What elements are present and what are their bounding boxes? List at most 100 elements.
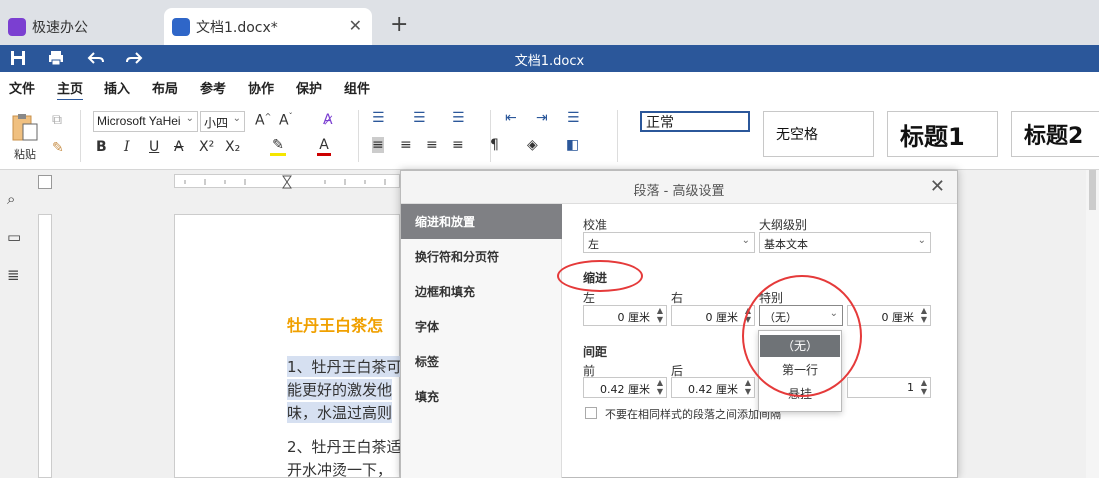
document-page[interactable]: 牡丹王白茶怎 1、牡丹王白茶可 能更好的激发他 味，水温过高则 2、牡丹王白茶适… (174, 214, 402, 478)
increase-indent-icon[interactable]: ⇥ (536, 110, 548, 126)
alignment-value: 左 (588, 238, 599, 251)
style-heading-2[interactable]: 标题2 (1011, 111, 1099, 157)
dialog-nav: 缩进和放置 换行符和分页符 边框和填充 字体 标签 填充 (401, 204, 562, 478)
style-heading-1-label: 标题1 (900, 122, 965, 151)
menu-plugins[interactable]: 组件 (344, 78, 370, 97)
spinner-arrows[interactable]: ▲ ▼ (657, 306, 663, 324)
doc-heading: 牡丹王白茶怎 (287, 316, 384, 335)
outline-level-label: 大纲级别 (759, 218, 808, 232)
search-icon[interactable]: ⌕ (7, 190, 25, 208)
navigation-icon[interactable]: ≣ (7, 266, 25, 284)
divider (490, 110, 491, 162)
style-no-spacing[interactable]: 无空格 (763, 111, 874, 157)
tab-home[interactable]: 极速办公 (0, 8, 160, 45)
no-space-checkbox[interactable] (585, 407, 597, 419)
copy-icon[interactable]: ⧉ (52, 112, 62, 128)
clear-format-icon[interactable]: A̷ (323, 112, 333, 128)
menu-bar: 文件 主页 插入 布局 参考 协作 保护 组件 (0, 72, 1099, 101)
shrink-font-icon[interactable]: Aˇ (279, 112, 293, 129)
menu-protect[interactable]: 保护 (296, 78, 322, 97)
nav-font[interactable]: 字体 (401, 309, 562, 344)
close-icon[interactable]: ✕ (930, 176, 945, 197)
tab-document[interactable]: 文档1.docx* ✕ (164, 8, 372, 45)
nav-indents-placement[interactable]: 缩进和放置 (401, 204, 562, 239)
shading-icon[interactable]: ◈ (527, 137, 538, 153)
bullet-list-icon[interactable]: ☰ (372, 110, 385, 126)
rocket-icon (8, 17, 26, 36)
line-spacing-icon[interactable]: ☰ (567, 110, 580, 126)
format-painter-icon[interactable]: ✎ (52, 140, 64, 156)
scroll-thumb[interactable] (1089, 170, 1096, 210)
dialog-header: 段落 - 高级设置 ✕ (401, 171, 957, 204)
tab-stop-selector[interactable] (38, 175, 52, 189)
multilevel-list-icon[interactable]: ☰ (452, 110, 465, 126)
numbered-list-icon[interactable]: ☰ (413, 110, 426, 126)
nav-tabs[interactable]: 标签 (401, 344, 562, 379)
no-space-label: 不要在相同样式的段落之间添加间隔 (605, 408, 781, 421)
indent-left-label: 左 (583, 291, 596, 305)
menu-home[interactable]: 主页 (57, 78, 84, 101)
doc-line: 能更好的激发他 (287, 379, 393, 400)
spacing-before-value: 0.42 厘米 (600, 383, 650, 396)
spacing-after-input[interactable]: 0.42 厘米 ▲ ▼ (671, 377, 755, 398)
nav-line-page-breaks[interactable]: 换行符和分页符 (401, 239, 562, 274)
align-center-icon[interactable]: ≡ (400, 137, 412, 153)
paragraph-mark-icon[interactable]: ¶ (490, 137, 499, 153)
indent-right-label: 右 (671, 291, 684, 305)
divider (617, 110, 618, 162)
document-icon (172, 17, 190, 36)
browser-tab-bar: 极速办公 文档1.docx* ✕ + (0, 0, 1099, 45)
menu-insert[interactable]: 插入 (104, 78, 130, 97)
menu-references[interactable]: 参考 (200, 78, 226, 97)
doc-line: 1、牡丹王白茶可 (287, 356, 402, 377)
spinner-arrows[interactable]: ▲ ▼ (745, 378, 751, 396)
new-tab-icon[interactable]: + (390, 12, 408, 37)
line-spacing-input[interactable]: 1 ▲ ▼ (847, 377, 931, 398)
vertical-scrollbar[interactable] (1086, 170, 1099, 478)
align-left-icon[interactable]: ≡ (372, 137, 384, 153)
menu-file[interactable]: 文件 (9, 78, 35, 97)
vertical-ruler[interactable] (38, 214, 52, 478)
paragraph-advanced-dialog: 段落 - 高级设置 ✕ 缩进和放置 换行符和分页符 边框和填充 字体 标签 填充… (400, 170, 958, 478)
doc-line: 2、牡丹王白茶适 (287, 438, 402, 456)
comment-icon[interactable]: ▭ (7, 228, 25, 246)
grow-font-icon[interactable]: A^ (255, 112, 271, 129)
close-tab-icon[interactable]: ✕ (349, 16, 362, 35)
indent-right-value: 0 厘米 (705, 311, 739, 324)
style-heading-1[interactable]: 标题1 (887, 111, 998, 157)
outline-level-select[interactable]: 基本文本 ⌄ (759, 232, 931, 253)
menu-collaborate[interactable]: 协作 (248, 78, 274, 97)
paste-icon[interactable] (10, 112, 40, 142)
horizontal-ruler[interactable] (174, 174, 400, 189)
decrease-indent-icon[interactable]: ⇤ (505, 110, 517, 126)
borders-icon[interactable]: ◧ (566, 137, 579, 153)
align-right-icon[interactable]: ≡ (426, 137, 438, 153)
subscript-icon[interactable]: X₂ (225, 139, 240, 155)
underline-icon[interactable]: U (149, 139, 159, 155)
justify-icon[interactable]: ≡ (452, 137, 464, 153)
spacing-before-input[interactable]: 0.42 厘米 ▲ ▼ (583, 377, 667, 398)
alignment-select[interactable]: 左 ⌄ (583, 232, 755, 253)
ribbon-toolbar: 粘贴 ⧉ ✎ Microsoft YaHei ⌄ 小四 ⌄ A^ Aˇ A̷ B I… (0, 100, 1099, 170)
style-no-spacing-label: 无空格 (776, 127, 818, 143)
left-sidebar: ⌕ ▭ ≣ (0, 170, 32, 478)
spinner-arrows[interactable]: ▲ ▼ (921, 306, 927, 324)
strikethrough-icon[interactable]: A (174, 139, 184, 155)
style-normal[interactable]: 正常 (640, 111, 750, 132)
italic-icon[interactable]: I (124, 139, 130, 155)
highlight-icon[interactable]: ✎ (270, 137, 286, 156)
spinner-arrows[interactable]: ▲ ▼ (657, 378, 663, 396)
superscript-icon[interactable]: X² (199, 139, 214, 155)
bold-icon[interactable]: B (96, 139, 107, 155)
font-color-icon[interactable]: A (317, 137, 331, 156)
doc-line: 开水冲烫一下， (287, 461, 393, 478)
outline-level-value: 基本文本 (764, 238, 808, 251)
nav-borders-fill[interactable]: 边框和填充 (401, 274, 562, 309)
style-heading-2-label: 标题2 (1024, 124, 1084, 149)
font-size-select[interactable]: 小四 ⌄ (200, 111, 245, 132)
nav-padding[interactable]: 填充 (401, 379, 562, 414)
menu-layout[interactable]: 布局 (152, 78, 178, 97)
spinner-arrows[interactable]: ▲ ▼ (921, 378, 927, 396)
font-name-select[interactable]: Microsoft YaHei ⌄ (93, 111, 198, 132)
indent-left-input[interactable]: 0 厘米 ▲ ▼ (583, 305, 667, 326)
